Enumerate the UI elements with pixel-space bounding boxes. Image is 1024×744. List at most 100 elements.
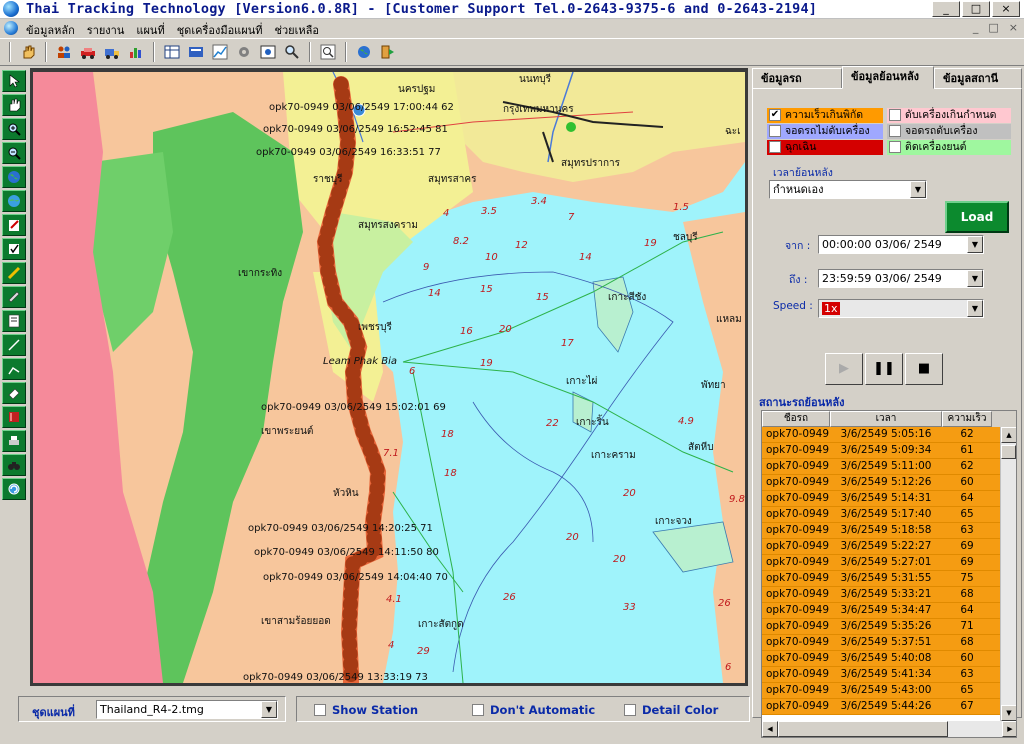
checkbox[interactable] xyxy=(889,109,901,121)
play-button[interactable]: ▶ xyxy=(825,353,863,385)
table-row[interactable]: opk70-0949 3/6/2549 5:22:27 69 xyxy=(762,539,1016,555)
table-row[interactable]: opk70-0949 3/6/2549 5:40:08 60 xyxy=(762,651,1016,667)
filter-overspeed[interactable]: ✔ ความเร็วเกินพิกัด xyxy=(767,108,883,123)
table-row[interactable]: opk70-0949 3/6/2549 5:12:26 60 xyxy=(762,475,1016,491)
edit-icon[interactable] xyxy=(2,214,26,236)
history-time-select[interactable]: กำหนดเอง ▼ xyxy=(769,180,927,199)
image-icon[interactable] xyxy=(258,42,278,62)
from-datetime-picker[interactable]: 00:00:00 03/06/ 2549 ▼ xyxy=(818,235,984,254)
zoom-in-icon[interactable] xyxy=(2,118,26,140)
scroll-thumb[interactable] xyxy=(1001,445,1016,459)
search-icon[interactable] xyxy=(282,42,302,62)
to-datetime-picker[interactable]: 23:59:59 03/06/ 2549 ▼ xyxy=(818,269,984,288)
column-header-speed[interactable]: ความเร็ว xyxy=(942,411,992,427)
pan-icon[interactable] xyxy=(2,94,26,116)
note-icon[interactable] xyxy=(2,310,26,332)
menu-report[interactable]: รายงาน xyxy=(87,21,125,39)
chevron-down-icon[interactable]: ▼ xyxy=(910,181,926,198)
table-row[interactable]: opk70-0949 3/6/2549 5:05:16 62 xyxy=(762,427,1016,443)
column-header-vehicle[interactable]: ชื่อรถ xyxy=(762,411,830,427)
checkbox[interactable] xyxy=(624,704,636,716)
column-header-time[interactable]: เวลา xyxy=(830,411,942,427)
table-row[interactable]: opk70-0949 3/6/2549 5:18:58 63 xyxy=(762,523,1016,539)
close-button[interactable]: × xyxy=(992,1,1020,17)
minimize-button[interactable]: _ xyxy=(932,1,960,17)
truck-icon[interactable] xyxy=(102,42,122,62)
filter-parked-engine-off[interactable]: จอดรถดับเครื่อง xyxy=(887,124,1011,139)
card-icon[interactable] xyxy=(186,42,206,62)
table-row[interactable]: opk70-0949 3/6/2549 5:27:01 69 xyxy=(762,555,1016,571)
table-row[interactable]: opk70-0949 3/6/2549 5:14:31 64 xyxy=(762,491,1016,507)
table-row[interactable]: opk70-0949 3/6/2549 5:31:55 75 xyxy=(762,571,1016,587)
world-icon[interactable] xyxy=(2,190,26,212)
mdi-minimize-button[interactable]: _ xyxy=(973,21,979,34)
gear-icon[interactable] xyxy=(234,42,254,62)
chevron-down-icon[interactable]: ▼ xyxy=(261,701,277,718)
vertical-scrollbar[interactable]: ▲ ▼ xyxy=(1000,427,1016,721)
exit-icon[interactable] xyxy=(378,42,398,62)
zoom-icon[interactable] xyxy=(318,42,338,62)
chevron-down-icon[interactable]: ▼ xyxy=(967,270,983,287)
eraser-icon[interactable] xyxy=(2,382,26,404)
hand-icon[interactable] xyxy=(18,42,38,62)
table-row[interactable]: opk70-0949 3/6/2549 5:34:47 64 xyxy=(762,603,1016,619)
show-station-checkbox[interactable]: Show Station xyxy=(314,703,418,717)
table-row[interactable]: opk70-0949 3/6/2549 5:37:51 68 xyxy=(762,635,1016,651)
checkbox[interactable] xyxy=(769,125,781,137)
check-icon[interactable] xyxy=(2,238,26,260)
pause-button[interactable]: ❚❚ xyxy=(865,353,903,385)
checkbox[interactable] xyxy=(769,141,781,153)
table-row[interactable]: opk70-0949 3/6/2549 5:17:40 65 xyxy=(762,507,1016,523)
table-row[interactable]: opk70-0949 3/6/2549 5:35:26 71 xyxy=(762,619,1016,635)
globe-icon[interactable] xyxy=(354,42,374,62)
print-icon[interactable] xyxy=(2,430,26,452)
table-row[interactable]: opk70-0949 3/6/2549 5:33:21 68 xyxy=(762,587,1016,603)
pointer-icon[interactable] xyxy=(2,70,26,92)
table-row[interactable]: opk70-0949 3/6/2549 5:09:34 61 xyxy=(762,443,1016,459)
checkbox[interactable] xyxy=(889,141,901,153)
chart-icon[interactable] xyxy=(126,42,146,62)
mdi-close-button[interactable]: × xyxy=(1009,21,1018,34)
table-row[interactable]: opk70-0949 3/6/2549 5:11:00 62 xyxy=(762,459,1016,475)
binocular-icon[interactable] xyxy=(2,454,26,476)
filter-parked-engine-on[interactable]: จอดรถไม่ดับเครื่อง xyxy=(767,124,883,139)
book-icon[interactable] xyxy=(2,406,26,428)
checkbox[interactable] xyxy=(889,125,901,137)
scroll-up-icon[interactable]: ▲ xyxy=(1001,427,1016,443)
map-set-select[interactable]: Thailand_R4-2.tmg ▼ xyxy=(96,700,278,719)
table-icon[interactable] xyxy=(162,42,182,62)
people-icon[interactable] xyxy=(54,42,74,62)
menu-main-data[interactable]: ข้อมูลหลัก xyxy=(26,21,75,39)
menu-help[interactable]: ช่วยเหลือ xyxy=(274,21,318,39)
chevron-down-icon[interactable]: ▼ xyxy=(967,300,983,317)
document-icon[interactable] xyxy=(4,21,18,35)
filter-engine-off-overtime[interactable]: ดับเครื่องเกินกำหนด xyxy=(887,108,1011,123)
globe-icon[interactable] xyxy=(2,166,26,188)
detail-color-checkbox[interactable]: Detail Color xyxy=(624,703,718,717)
car-icon[interactable] xyxy=(78,42,98,62)
checkbox[interactable] xyxy=(314,704,326,716)
map-view[interactable]: นนทบุรี นครปฐม กรุงเทพมหานคร สมุทรปราการ… xyxy=(33,72,745,683)
filter-engine-start[interactable]: ติดเครื่องยนต์ xyxy=(887,140,1011,155)
zoom-out-icon[interactable] xyxy=(2,142,26,164)
maximize-button[interactable]: □ xyxy=(962,1,990,17)
tab-history[interactable]: ข้อมูลย้อนหลัง xyxy=(842,66,934,89)
refresh-icon[interactable] xyxy=(2,478,26,500)
measure-icon[interactable] xyxy=(2,358,26,380)
chevron-down-icon[interactable]: ▼ xyxy=(967,236,983,253)
load-button[interactable]: Load xyxy=(945,201,1009,233)
menu-map-tools[interactable]: ชุดเครื่องมือแผนที่ xyxy=(177,21,263,39)
menu-map[interactable]: แผนที่ xyxy=(136,21,164,39)
stop-button[interactable]: ■ xyxy=(905,353,943,385)
graph-icon[interactable] xyxy=(210,42,230,62)
filter-emergency[interactable]: ฉุกเฉิน xyxy=(767,140,883,155)
table-row[interactable]: opk70-0949 3/6/2549 5:41:34 63 xyxy=(762,667,1016,683)
line-icon[interactable] xyxy=(2,334,26,356)
pencil-icon[interactable] xyxy=(2,262,26,284)
mdi-restore-button[interactable]: □ xyxy=(988,21,998,34)
checkbox[interactable]: ✔ xyxy=(769,109,781,121)
dont-automatic-checkbox[interactable]: Don't Automatic xyxy=(472,703,595,717)
tab-vehicle-info[interactable]: ข้อมูลรถ xyxy=(752,68,842,89)
tab-station-info[interactable]: ข้อมูลสถานี xyxy=(934,68,1022,89)
speed-select[interactable]: 1x ▼ xyxy=(818,299,984,318)
